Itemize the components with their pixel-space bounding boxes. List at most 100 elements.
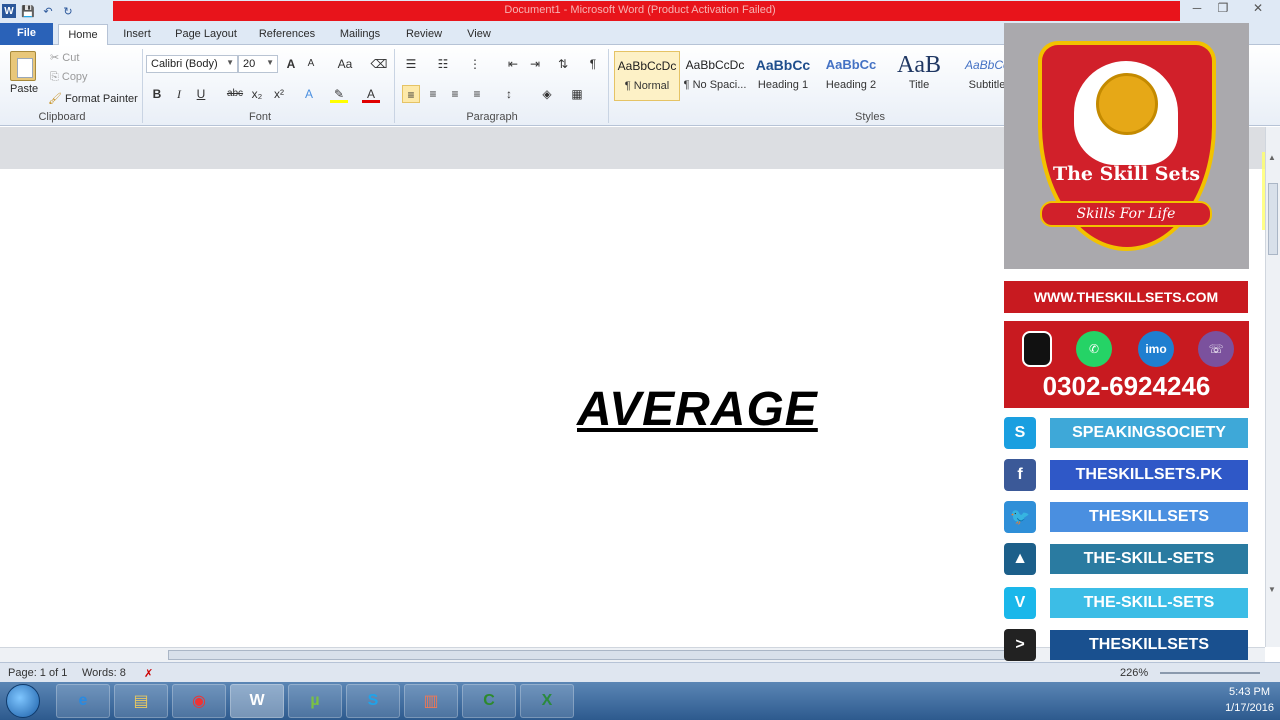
scroll-up-icon[interactable]: ▲	[1268, 153, 1276, 162]
style-title[interactable]: AaB Title	[886, 51, 952, 101]
highlight-color-icon[interactable]: ✎	[330, 85, 348, 103]
explorer-icon[interactable]: ▤	[114, 684, 168, 718]
dailymotion-icon: ▲	[1004, 543, 1036, 575]
paste-icon[interactable]	[10, 51, 36, 81]
ie-icon[interactable]: e	[56, 684, 110, 718]
shading-icon[interactable]: ◈	[538, 85, 556, 103]
title-bar: Document1 - Microsoft Word (Product Acti…	[0, 0, 1280, 22]
grow-font-button[interactable]: A	[282, 55, 300, 73]
skype-taskbar-icon[interactable]: S	[346, 684, 400, 718]
chrome-icon[interactable]: ◉	[172, 684, 226, 718]
scroll-down-icon[interactable]: ▼	[1268, 585, 1276, 594]
style-heading-2[interactable]: AaBbCc Heading 2	[818, 51, 884, 101]
tab-file[interactable]: File	[0, 23, 53, 45]
change-case-button[interactable]: Aa	[334, 55, 356, 73]
superscript-button[interactable]: x²	[270, 85, 288, 103]
cut-label: Cut	[62, 52, 80, 64]
excel-icon[interactable]: X	[520, 684, 574, 718]
whatsapp-icon: ✆	[1076, 331, 1112, 367]
align-right-icon[interactable]: ≡	[446, 85, 464, 103]
italic-button[interactable]: I	[170, 85, 188, 103]
cut-button[interactable]: ✂ Cut	[50, 51, 79, 64]
redo-icon[interactable]: ↻	[60, 3, 76, 19]
line-spacing-icon[interactable]: ↕	[500, 85, 518, 103]
document-text[interactable]: AVERAGE	[577, 382, 818, 437]
style-label: ¶ No Spaci...	[683, 79, 747, 91]
save-icon[interactable]: 💾	[20, 3, 36, 19]
app-icon[interactable]: ▥	[404, 684, 458, 718]
clock-date[interactable]: 1/17/2016	[1225, 700, 1274, 716]
bullets-icon[interactable]: ☰	[402, 55, 420, 73]
style-preview: AaBbCcDc	[617, 59, 677, 73]
align-center-icon[interactable]: ≡	[424, 85, 442, 103]
borders-icon[interactable]: ▦	[568, 85, 586, 103]
font-size-combo[interactable]: 20 ▼	[238, 55, 278, 73]
font-name-combo[interactable]: Calibri (Body) ▼	[146, 55, 238, 73]
minimize-button[interactable]: ─	[1184, 0, 1210, 18]
social-row[interactable]: ▲ THE-SKILL-SETS	[1004, 543, 1249, 575]
strikethrough-button[interactable]: abc	[224, 85, 246, 103]
zoom-slider[interactable]	[1160, 672, 1260, 674]
word-app-icon[interactable]: W	[2, 4, 16, 18]
style-normal[interactable]: AaBbCcDc ¶ Normal	[614, 51, 680, 101]
style-no-spacing[interactable]: AaBbCcDc ¶ No Spaci...	[682, 51, 748, 101]
undo-icon[interactable]: ↶	[40, 3, 56, 19]
tab-page-layout[interactable]: Page Layout	[170, 24, 242, 45]
tab-view[interactable]: View	[462, 24, 496, 45]
align-left-icon[interactable]: ≡	[402, 85, 420, 103]
social-row[interactable]: 🐦 THESKILLSETS	[1004, 501, 1249, 533]
horizontal-scroll-thumb[interactable]	[168, 650, 1024, 660]
copy-label: Copy	[61, 71, 88, 83]
social-row[interactable]: V THE-SKILL-SETS	[1004, 587, 1249, 619]
promo-overlay: The Skill Sets Skills For Life WWW.THESK…	[1004, 23, 1249, 661]
phone-icon	[1022, 331, 1052, 367]
close-button[interactable]: ✕	[1236, 0, 1280, 18]
clear-formatting-icon[interactable]: ⌫	[370, 55, 388, 73]
underline-button[interactable]: U	[192, 85, 210, 103]
social-row[interactable]: > THESKILLSETS	[1004, 629, 1249, 661]
show-formatting-button[interactable]: ¶	[584, 55, 602, 73]
multilevel-list-icon[interactable]: ⋮	[466, 55, 484, 73]
zoom-level[interactable]: 226%	[1120, 667, 1148, 679]
social-row[interactable]: f THESKILLSETS.PK	[1004, 459, 1249, 491]
tab-references[interactable]: References	[254, 24, 320, 45]
format-painter-button[interactable]: 🖌 Format Painter	[48, 92, 138, 105]
style-heading-1[interactable]: AaBbCc Heading 1	[750, 51, 816, 101]
font-name-value: Calibri (Body)	[151, 58, 218, 70]
viber-icon: ☏	[1198, 331, 1234, 367]
tab-insert[interactable]: Insert	[118, 24, 156, 45]
style-preview: AaB	[897, 52, 941, 78]
numbering-icon[interactable]: ☷	[434, 55, 452, 73]
camtasia-icon[interactable]: C	[462, 684, 516, 718]
proofing-icon[interactable]: ✗	[144, 667, 153, 680]
divider	[142, 49, 143, 123]
sort-icon[interactable]: ⇅	[554, 55, 572, 73]
tab-home[interactable]: Home	[58, 24, 108, 46]
font-color-icon[interactable]: A	[362, 85, 380, 103]
tab-review[interactable]: Review	[400, 24, 448, 45]
copy-button[interactable]: ⎘ Copy	[50, 71, 88, 84]
clock-time[interactable]: 5:43 PM	[1225, 684, 1274, 700]
bold-button[interactable]: B	[148, 85, 166, 103]
justify-icon[interactable]: ≡	[468, 85, 486, 103]
paste-button[interactable]: Paste	[10, 83, 38, 95]
increase-indent-icon[interactable]: ⇥	[526, 55, 544, 73]
word-taskbar-icon[interactable]: W	[230, 684, 284, 718]
shrink-font-button[interactable]: A	[302, 55, 320, 73]
facebook-icon: f	[1004, 459, 1036, 491]
utorrent-icon[interactable]: µ	[288, 684, 342, 718]
subscript-button[interactable]: x₂	[248, 85, 266, 103]
brand-title: The Skill Sets	[1052, 163, 1201, 185]
maximize-button[interactable]: ❐	[1210, 0, 1236, 18]
decrease-indent-icon[interactable]: ⇤	[504, 55, 522, 73]
text-effects-icon[interactable]: A	[300, 85, 318, 103]
scissors-icon: ✂	[50, 52, 60, 64]
vertical-scrollbar[interactable]: ▲ ▼	[1265, 127, 1280, 647]
social-row[interactable]: S SPEAKINGSOCIETY	[1004, 417, 1249, 449]
tab-mailings[interactable]: Mailings	[334, 24, 386, 45]
page-count[interactable]: Page: 1 of 1	[8, 667, 67, 679]
start-button[interactable]	[6, 684, 40, 718]
word-count[interactable]: Words: 8	[82, 667, 126, 679]
vertical-scroll-thumb[interactable]	[1268, 183, 1278, 255]
font-size-value: 20	[243, 58, 256, 70]
